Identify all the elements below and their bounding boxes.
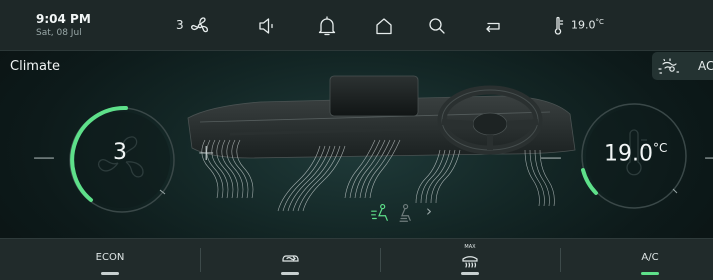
bell-icon[interactable] [315,14,339,38]
econ-indicator [101,272,119,275]
climate-screen: 9:04 PM Sat, 08 Jul 3 19.0°C Climate AC … [0,0,713,280]
airflow-feet-icon [399,203,411,222]
temperature-decrease-button[interactable]: — [540,147,562,169]
fan-decrease-button[interactable]: — [33,147,55,169]
fan-speed-value: 3 [113,140,127,165]
recirculation-indicator [281,272,299,275]
fan-increase-button[interactable]: + [197,143,215,165]
cabin-illustration [187,75,576,212]
temperature-unit: °C [652,141,668,155]
return-icon[interactable] [481,14,505,38]
fan-icon[interactable] [188,14,212,38]
volume-icon[interactable] [256,14,280,38]
ac-label: A/C [641,252,659,263]
temperature-increase-button[interactable]: — [704,147,713,169]
ac-button[interactable]: A/C [560,239,713,280]
airflow-chevron-icon: › [426,202,432,220]
max-defrost-button[interactable]: MAX [380,239,560,280]
airflow-face-icon [371,203,388,221]
econ-button[interactable]: ECON [20,239,200,280]
clock: 9:04 PM Sat, 08 Jul [36,13,91,38]
recirculation-button[interactable] [200,239,380,280]
temperature-value: 19.0°C [604,141,667,166]
status-bar: 9:04 PM Sat, 08 Jul 3 19.0°C [0,0,713,51]
status-temperature[interactable]: 19.0°C [571,18,604,32]
airflow-mode-selector[interactable]: › [366,202,436,228]
page-title: Climate [10,59,61,74]
status-temperature-value: 19.0 [571,18,596,32]
status-temperature-unit: °C [595,18,604,26]
ac-chip[interactable]: AC [652,52,713,80]
search-icon[interactable] [425,14,449,38]
temperature-number: 19.0 [604,141,653,167]
ac-chip-label: AC [698,59,713,73]
home-icon[interactable] [372,14,396,38]
ac-indicator [641,272,659,275]
recirculation-icon [282,255,299,262]
clock-date: Sat, 08 Jul [36,28,82,38]
clock-time: 9:04 PM [36,12,91,26]
thermometer-icon [546,14,570,38]
ac-airflow-icon [658,58,680,74]
fan-level-indicator: 3 [176,18,184,32]
max-defrost-indicator [461,272,479,275]
bottom-controls-bar: ECON MAX A/C [0,238,713,280]
econ-label: ECON [95,252,125,263]
max-defrost-icon [462,256,478,268]
